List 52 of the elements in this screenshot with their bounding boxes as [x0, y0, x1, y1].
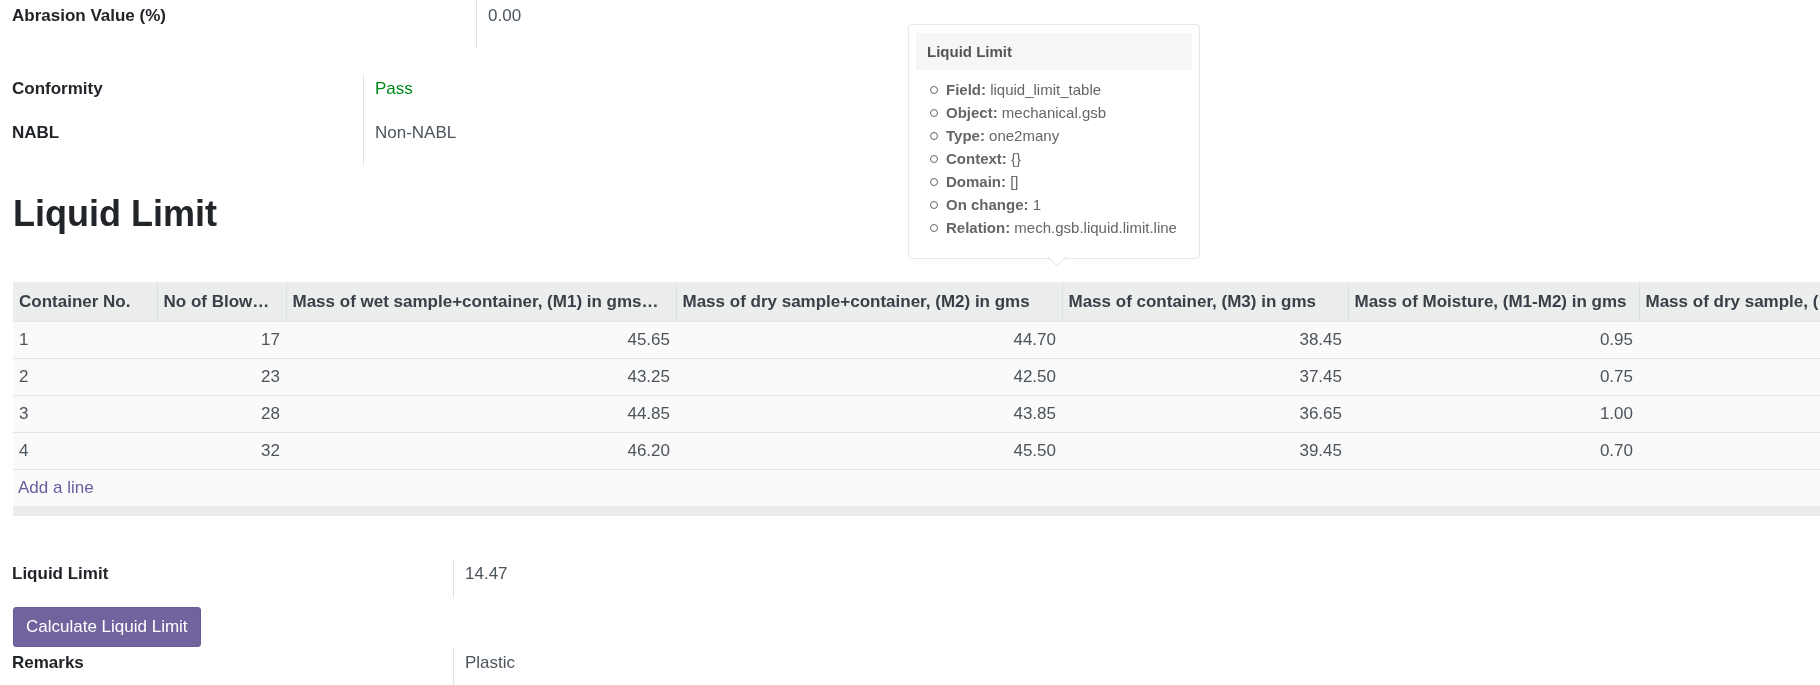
table-cell: 1	[13, 321, 157, 359]
tooltip-detail: Field: liquid_limit_table	[946, 81, 1102, 98]
field-value: 14.47	[465, 564, 508, 583]
column-header[interactable]: No of Blow…	[157, 282, 286, 322]
tooltip-detail: Type: one2many	[946, 127, 1060, 144]
table-cell: 36.65	[1062, 395, 1348, 433]
table-cell: 23	[157, 358, 286, 396]
table-cell: 46.20	[286, 432, 676, 470]
table-cell: 39.45	[1062, 432, 1348, 470]
tooltip-detail: On change: 1	[946, 196, 1042, 213]
field-label: Conformity	[12, 78, 104, 100]
field-value: 0.00	[488, 6, 522, 25]
table-cell: 0.70	[1348, 432, 1639, 470]
field-label: Remarks	[12, 652, 85, 674]
tooltip-detail: Relation: mech.gsb.liquid.limit.line	[946, 219, 1177, 236]
field-value: Plastic	[465, 653, 516, 672]
table-cell: 32	[157, 432, 286, 470]
table-cell: 3	[13, 395, 157, 433]
table-cell: 43.25	[286, 358, 676, 396]
field-label: Abrasion Value (%)	[12, 5, 167, 27]
field-value: Pass	[375, 79, 413, 98]
table-cell: 45.65	[286, 321, 676, 359]
column-header[interactable]: Mass of dry sample, (	[1639, 282, 1820, 322]
table-cell: 45.50	[676, 432, 1062, 470]
table-cell: 44.70	[676, 321, 1062, 359]
field-value: Non-NABL	[375, 123, 457, 142]
section-title: Liquid Limit	[13, 193, 217, 236]
table-cell: 44.85	[286, 395, 676, 433]
field-label: NABL	[12, 122, 61, 144]
calculate-button[interactable]: Calculate Liquid Limit	[13, 607, 201, 647]
table-cell: 17	[157, 321, 286, 359]
column-header[interactable]: Mass of wet sample+container, (M1) in gms…	[286, 282, 676, 322]
table-cell: 28	[157, 395, 286, 433]
table-cell: 1.00	[1348, 395, 1639, 433]
table-cell: 37.45	[1062, 358, 1348, 396]
table-cell: 0.95	[1348, 321, 1639, 359]
tooltip-title: Liquid Limit	[916, 33, 1192, 70]
table-cell: 0.75	[1348, 358, 1639, 396]
table-cell: 43.85	[676, 395, 1062, 433]
column-header[interactable]: Container No.	[13, 282, 157, 322]
tooltip-detail: Domain: []	[946, 173, 1019, 190]
table-cell: 2	[13, 358, 157, 396]
column-header[interactable]: Mass of container, (M3) in gms	[1062, 282, 1348, 322]
table-cell: 42.50	[676, 358, 1062, 396]
add-line-link[interactable]: Add a line	[18, 478, 94, 497]
table-cell: 4	[13, 432, 157, 470]
table-cell: 38.45	[1062, 321, 1348, 359]
field-label: Liquid Limit	[12, 563, 110, 585]
column-header[interactable]: Mass of dry sample+container, (M2) in gms	[676, 282, 1062, 322]
tooltip-detail: Context: {}	[946, 150, 1022, 167]
tooltip-detail: Object: mechanical.gsb	[946, 104, 1107, 121]
column-header[interactable]: Mass of Moisture, (M1-M2) in gms	[1348, 282, 1639, 322]
